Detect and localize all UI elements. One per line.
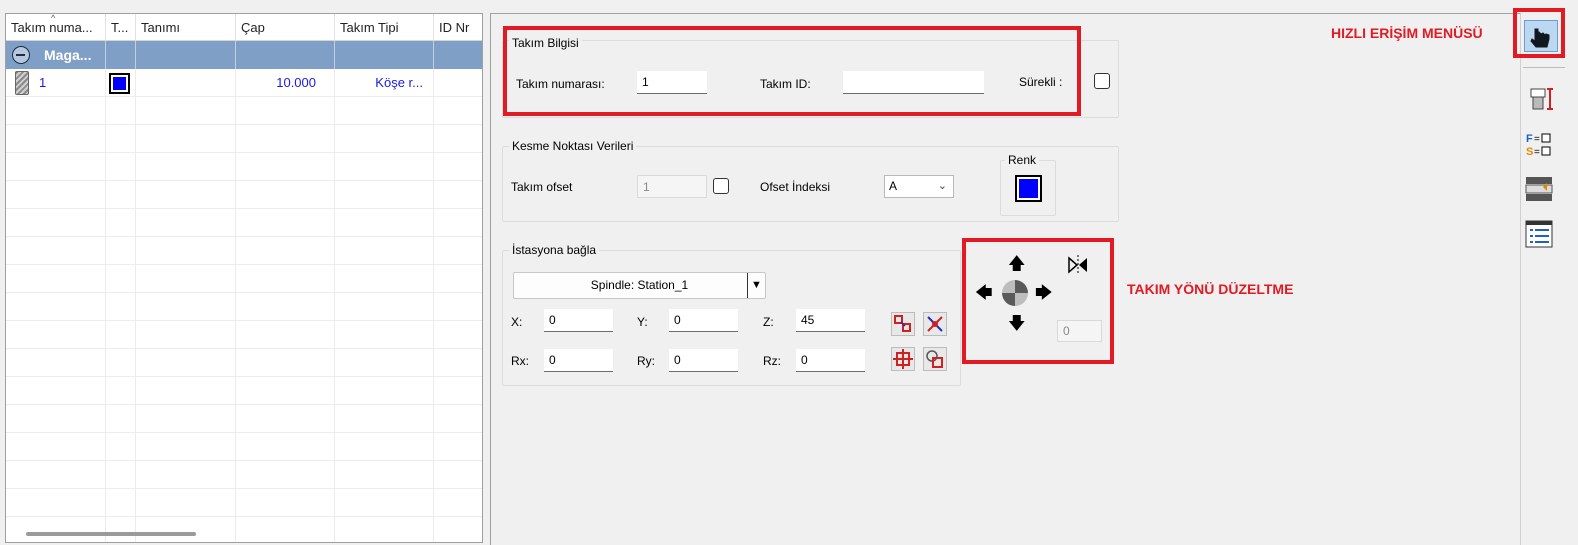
horizontal-scrollbar[interactable] [26, 532, 196, 536]
continuous-checkbox[interactable] [1094, 73, 1110, 89]
list-settings-icon[interactable] [1525, 220, 1553, 248]
tool-dimension-icon[interactable] [1527, 86, 1555, 114]
empty-table-row [6, 125, 482, 153]
x-input[interactable] [544, 309, 613, 332]
tool-color-swatch[interactable] [109, 73, 130, 94]
station-title: İstasyona bağla [509, 243, 600, 257]
tool-direction-annotation: TAKIM YÖNÜ DÜZELTME [1127, 281, 1294, 297]
empty-table-row [6, 349, 482, 377]
empty-table-row [6, 433, 482, 461]
end-mill-icon [15, 71, 29, 95]
sort-ascending-icon: ^ [51, 13, 56, 23]
empty-table-row [6, 97, 482, 125]
y-input[interactable] [669, 309, 738, 332]
empty-table-row [6, 181, 482, 209]
tool-table: Takım numa... ^ T... Tanımı Çap Takım Ti… [5, 13, 483, 543]
tool-number-cell: 1 [39, 75, 47, 90]
z-label: Z: [763, 315, 774, 329]
column-tool-type[interactable]: Takım Tipi [335, 14, 434, 41]
empty-table-row [6, 237, 482, 265]
empty-table-row [6, 489, 482, 517]
empty-table-row [6, 209, 482, 237]
empty-table-row [6, 517, 482, 542]
swap-station-icon[interactable] [923, 312, 947, 336]
table-row[interactable]: 1 10.000 Köşe r... [6, 69, 482, 97]
empty-table-row [6, 293, 482, 321]
ry-input[interactable] [669, 349, 738, 372]
empty-table-row [6, 321, 482, 349]
rz-label: Rz: [763, 354, 781, 368]
sidebar-divider [1520, 13, 1521, 545]
empty-table-row [6, 265, 482, 293]
empty-table-row [6, 461, 482, 489]
group-label: Maga... [44, 47, 92, 63]
svg-text:=: = [1534, 147, 1540, 158]
tool-info-highlight [503, 26, 1081, 116]
ry-label: Ry: [637, 354, 655, 368]
column-diameter[interactable]: Çap [236, 14, 335, 41]
column-description[interactable]: Tanımı [136, 14, 236, 41]
sidebar-separator [1523, 67, 1565, 68]
rz-input[interactable] [796, 349, 865, 372]
tool-offset-label: Takım ofset [511, 180, 573, 194]
tool-direction-highlight [962, 238, 1114, 364]
column-color[interactable]: T... [106, 14, 136, 41]
tool-type-cell: Köşe r... [375, 75, 423, 90]
z-input[interactable] [796, 309, 865, 332]
tool-offset-input[interactable] [637, 175, 707, 198]
empty-table-row [6, 377, 482, 405]
color-picker-button[interactable] [1015, 175, 1042, 202]
quick-access-highlight [1513, 8, 1565, 58]
empty-table-row [6, 405, 482, 433]
diameter-cell: 10.000 [276, 75, 316, 90]
tool-offset-checkbox[interactable] [713, 178, 729, 194]
chevron-down-icon: ⌄ [937, 180, 947, 192]
empty-table-row [6, 153, 482, 181]
quick-access-annotation: HIZLI ERİŞİM MENÜSÜ [1331, 25, 1483, 41]
rx-input[interactable] [544, 349, 613, 372]
svg-text:=: = [1534, 134, 1540, 145]
svg-text:S: S [1526, 146, 1533, 158]
y-label: Y: [637, 315, 648, 329]
collapse-icon[interactable] [12, 46, 30, 64]
svg-text:F: F [1526, 133, 1533, 145]
x-label: X: [511, 315, 523, 329]
rx-label: Rx: [511, 354, 529, 368]
magazine-group-row[interactable]: Maga... [6, 41, 482, 69]
center-target-icon[interactable] [891, 347, 915, 371]
column-id-number[interactable]: ID Nr [434, 14, 482, 41]
table-header: Takım numa... ^ T... Tanımı Çap Takım Ti… [6, 14, 482, 41]
offset-index-select[interactable]: A ⌄ [884, 175, 954, 198]
dropdown-arrow-icon: ▼ [747, 273, 765, 298]
feed-speed-icon[interactable]: F S = = [1525, 130, 1553, 158]
column-tool-number[interactable]: Takım numa... [6, 14, 106, 41]
offset-index-label: Ofset İndeksi [760, 180, 831, 194]
cut-point-title: Kesme Noktası Verileri [509, 139, 637, 153]
tool-library-icon[interactable] [1525, 175, 1553, 203]
color-label: Renk [1005, 153, 1040, 167]
move-to-station-icon[interactable] [891, 312, 915, 336]
rotate-target-icon[interactable] [923, 347, 947, 371]
spindle-select[interactable]: Spindle: Station_1 ▼ [513, 272, 766, 299]
